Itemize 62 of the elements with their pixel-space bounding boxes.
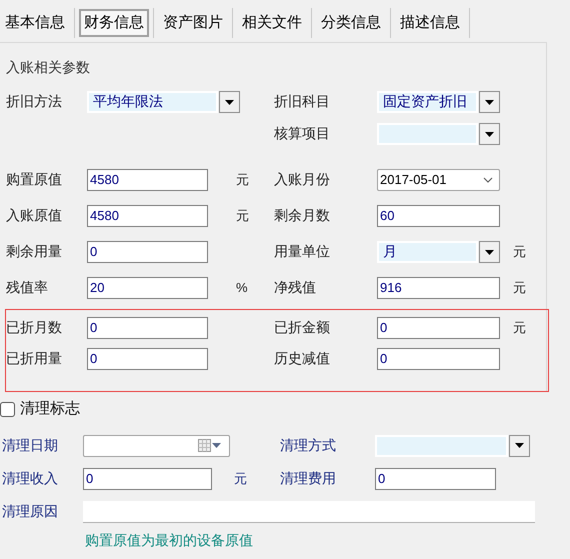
field-label: 折旧科目 <box>274 93 330 109</box>
field-label: 清理费用 <box>280 470 336 486</box>
field-label: 清理收入 <box>2 470 58 486</box>
dropdown-field[interactable] <box>375 434 530 456</box>
field-label: 历史减值 <box>274 350 330 366</box>
unit-label: 元 <box>234 470 247 486</box>
caret-icon <box>225 100 234 104</box>
input-field[interactable]: 0 <box>377 348 500 370</box>
field-label: 已折用量 <box>6 350 62 366</box>
field-label: 折旧方法 <box>6 93 62 109</box>
input-field[interactable]: 0 <box>87 316 208 338</box>
unit-label: 元 <box>513 280 526 295</box>
tab[interactable]: 相关文件 <box>237 9 307 37</box>
input-field[interactable]: 0 <box>375 468 496 490</box>
calendar-icon <box>198 439 211 452</box>
field-label: 清理日期 <box>2 436 58 452</box>
field-label: 核算项目 <box>274 125 330 141</box>
unit-label: % <box>236 280 248 295</box>
input-field[interactable]: 4580 <box>87 169 208 191</box>
dropdown-field[interactable] <box>377 123 500 145</box>
chevron-down-icon <box>483 177 493 183</box>
caret-icon <box>485 132 494 136</box>
tab[interactable]: 财务信息 <box>79 9 149 37</box>
tab[interactable]: 描述信息 <box>395 9 465 37</box>
input-field[interactable]: 916 <box>377 277 500 299</box>
field-label: 入账月份 <box>274 171 330 187</box>
field-label: 净残值 <box>274 279 316 295</box>
unit-label: 元 <box>513 320 526 334</box>
field-label: 购置原值 <box>6 171 62 187</box>
tab[interactable]: 分类信息 <box>316 9 386 37</box>
unit-label: 元 <box>236 172 249 187</box>
field-label: 入账原值 <box>6 207 62 223</box>
caret-icon <box>485 250 494 254</box>
field-label: 残值率 <box>6 279 48 295</box>
caret-icon <box>212 443 221 448</box>
tab[interactable]: 资产图片 <box>158 9 228 37</box>
input-field[interactable]: 0 <box>83 468 212 490</box>
date-field[interactable] <box>83 434 230 456</box>
field-label: 清理原因 <box>2 502 58 518</box>
caret-icon <box>485 100 494 104</box>
input-field[interactable]: 0 <box>87 241 208 263</box>
field-label: 已折金额 <box>274 318 330 334</box>
input-field[interactable]: 0 <box>87 348 208 370</box>
date-field[interactable]: 2017-05-01 <box>377 169 500 191</box>
hint-text: 购置原值为最初的设备原值 <box>85 532 253 548</box>
input-field[interactable]: 0 <box>377 316 500 338</box>
unit-label: 元 <box>513 244 526 259</box>
caret-icon <box>515 443 524 448</box>
input-field[interactable]: 4580 <box>87 205 208 227</box>
field-label: 剩余月数 <box>274 207 330 223</box>
input-field[interactable]: 20 <box>87 277 208 299</box>
input-field[interactable]: 60 <box>377 205 500 227</box>
field-label: 已折月数 <box>6 318 62 334</box>
section-title: 入账相关参数 <box>6 59 90 75</box>
checkbox[interactable] <box>0 402 15 416</box>
tab[interactable]: 基本信息 <box>0 9 70 37</box>
field-label: 剩余用量 <box>6 243 62 259</box>
field-label: 用量单位 <box>274 243 330 259</box>
input-field[interactable] <box>83 500 535 522</box>
field-label: 清理方式 <box>280 436 336 452</box>
checkbox-label: 清理标志 <box>20 398 80 419</box>
unit-label: 元 <box>236 208 249 223</box>
